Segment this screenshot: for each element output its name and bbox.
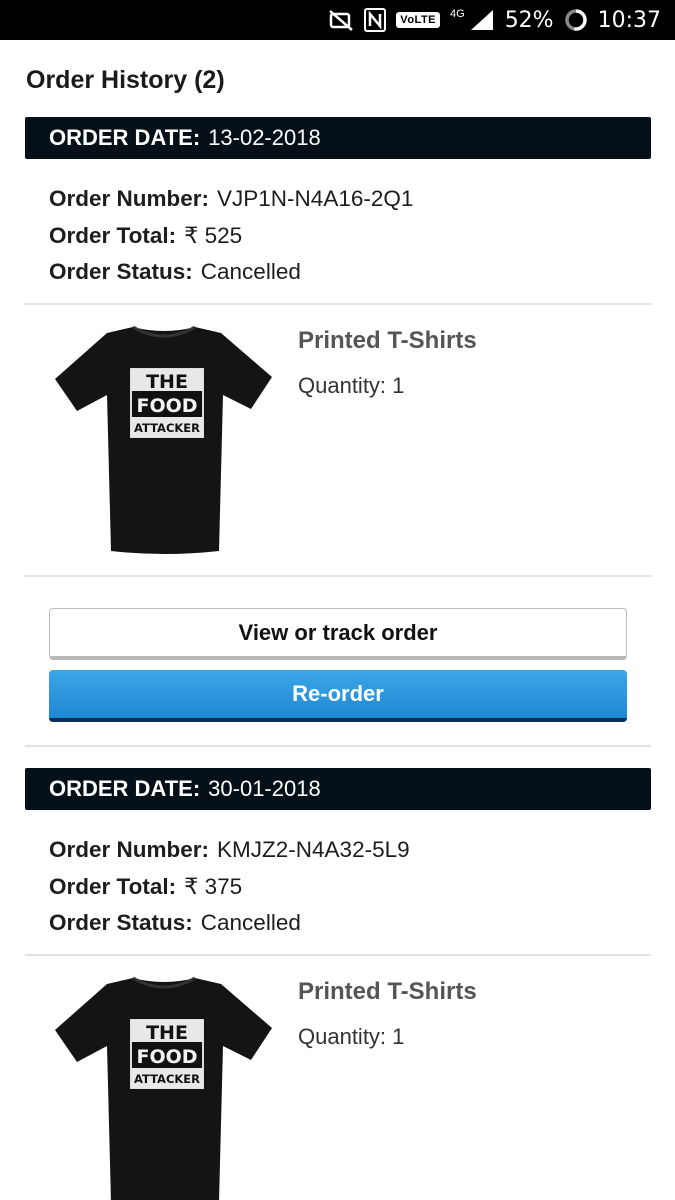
nfc-icon [364,8,387,32]
order-number-label: Order Number: [49,837,210,862]
volte-icon: VoLTE [396,12,440,28]
order-status-label: Order Status: [49,259,193,284]
clock: 10:37 [597,7,661,33]
shirt-print-line3: ATTACKER [134,1072,200,1086]
shirt-print-line1: THE [146,371,188,393]
order-card: ORDER DATE: 30-01-2018 Order Number: KMJZ… [25,768,651,1200]
order-actions: View or track order Re-order [25,577,651,747]
order-status-row: Order Status: Cancelled [49,905,651,942]
item-quantity: Quantity: 1 [298,373,404,399]
quantity-value: 1 [392,373,405,398]
status-bar: VoLTE 4G 52% 10:37 [0,0,675,40]
order-date-bar: ORDER DATE: 30-01-2018 [25,768,651,810]
order-status-label: Order Status: [49,910,193,935]
order-number-value: KMJZ2-N4A32-5L9 [217,837,410,862]
order-date-bar: ORDER DATE: 13-02-2018 [25,117,651,159]
network-type: 4G [450,8,465,20]
order-date-label: ORDER DATE: [49,125,201,150]
order-date-value: 30-01-2018 [208,776,321,801]
order-status-value: Cancelled [200,910,301,935]
no-sim-icon [328,8,354,32]
quantity-label: Quantity: [298,1024,387,1049]
order-info: Order Number: VJP1N-N4A16-2Q1 Order Total… [25,159,651,305]
shirt-print-line3: ATTACKER [134,421,200,435]
order-total-label: Order Total: [49,873,177,899]
order-date-label: ORDER DATE: [49,776,201,801]
view-track-order-button[interactable]: View or track order [49,608,627,660]
order-total-row: Order Total: ₹ 525 [49,218,651,255]
battery-percent: 52% [504,7,554,33]
order-item: THE FOOD ATTACKER Printed T-Shirts Quant… [25,956,651,1200]
order-status-value: Cancelled [200,259,301,284]
quantity-label: Quantity: [298,373,387,398]
reorder-button[interactable]: Re-order [49,670,627,722]
order-number-row: Order Number: VJP1N-N4A16-2Q1 [49,181,651,218]
signal-icon [469,8,495,32]
order-info: Order Number: KMJZ2-N4A32-5L9 Order Total… [25,810,651,956]
order-date-value: 13-02-2018 [208,125,321,150]
shirt-print-line1: THE [146,1022,188,1044]
order-total-value: ₹ 525 [184,222,243,248]
quantity-value: 1 [392,1024,405,1049]
order-item: THE FOOD ATTACKER Printed T-Shirts Quant… [25,305,651,577]
order-total-value: ₹ 375 [184,873,243,899]
order-total-row: Order Total: ₹ 375 [49,869,651,906]
item-name[interactable]: Printed T-Shirts [298,978,477,1006]
product-image[interactable]: THE FOOD ATTACKER [51,972,277,1200]
product-image[interactable]: THE FOOD ATTACKER [51,321,277,557]
shirt-print-line2: FOOD [136,395,197,417]
item-name[interactable]: Printed T-Shirts [298,327,477,355]
order-card: ORDER DATE: 13-02-2018 Order Number: VJP1… [25,117,651,747]
order-total-label: Order Total: [49,222,177,248]
order-number-label: Order Number: [49,186,210,211]
page-title: Order History (2) [26,66,225,94]
item-quantity: Quantity: 1 [298,1024,404,1050]
shirt-print-line2: FOOD [136,1046,197,1068]
order-number-value: VJP1N-N4A16-2Q1 [217,186,414,211]
order-number-row: Order Number: KMJZ2-N4A32-5L9 [49,832,651,869]
order-status-row: Order Status: Cancelled [49,254,651,291]
battery-icon [564,8,588,32]
